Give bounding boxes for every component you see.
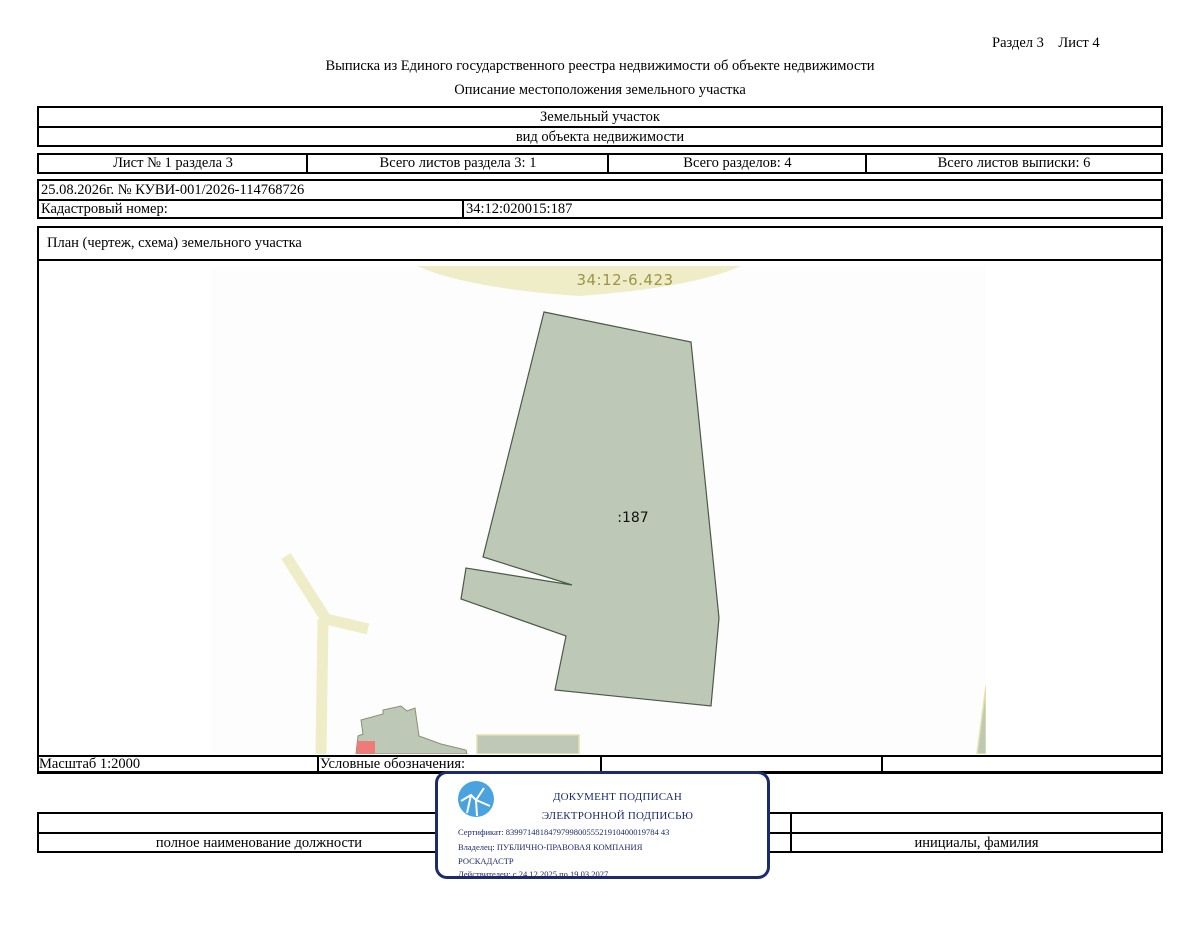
section-sheet-label: Раздел 3 Лист 4: [992, 35, 1100, 51]
parcel-map: 34:12-6.423 :187: [211, 266, 986, 754]
cadastral-label: Кадастровый номер:: [41, 201, 168, 217]
object-type-box: Земельный участок вид объекта недвижимос…: [37, 106, 1163, 147]
quarter-number-label: 34:12-6.423: [576, 271, 673, 289]
parcel-label: :187: [617, 510, 648, 526]
divider: [39, 259, 1161, 261]
legend-label: Условные обозначения:: [320, 756, 466, 772]
stamp-line2: ЭЛЕКТРОННОЙ ПОДПИСЬЮ: [541, 810, 694, 822]
record-box: 25.08.2026г. № КУВИ-001/2026-114768726 К…: [37, 179, 1163, 219]
total-sheets-section: Всего листов раздела 3: 1: [379, 155, 537, 171]
plan-box: План (чертеж, схема) земельного участка …: [37, 226, 1163, 773]
object-type: Земельный участок: [540, 109, 660, 125]
stamp-owner-org: РОСКАДАСТР: [458, 856, 514, 866]
building-marker: [357, 741, 375, 754]
total-sheets-extract: Всего листов выписки: 6: [937, 155, 1091, 171]
plan-heading: План (чертеж, схема) земельного участка: [47, 235, 302, 251]
document-subtitle: Описание местоположения земельного участ…: [454, 82, 746, 98]
cadastral-number: 34:12:020015:187: [466, 201, 573, 217]
position-caption: полное наименование должности: [155, 834, 363, 851]
total-sections: Всего разделов: 4: [683, 155, 792, 171]
divider: [317, 757, 319, 772]
divider: [600, 757, 602, 772]
stamp-validity: Действителен: с 24.12.2025 по 19.03.2027: [458, 869, 609, 879]
sheet-number: Лист № 1 раздела 3: [113, 155, 233, 171]
document-title: Выписка из Единого государственного реес…: [325, 58, 875, 74]
name-caption: инициалы, фамилия: [914, 834, 1039, 851]
sheets-row: Лист № 1 раздела 3 Всего листов раздела …: [37, 153, 1163, 174]
object-type-caption: вид объекта недвижимости: [515, 128, 685, 145]
divider: [881, 757, 883, 772]
divider: [462, 199, 464, 217]
stamp-certificate: Сертификат: 8399714818479799800555219104…: [458, 827, 670, 837]
electronic-signature-stamp: ДОКУМЕНТ ПОДПИСАН ЭЛЕКТРОННОЙ ПОДПИСЬЮ С…: [435, 771, 770, 879]
stamp-line1: ДОКУМЕНТ ПОДПИСАН: [552, 791, 683, 803]
neighbor-parcel-2: [476, 734, 580, 754]
stamp-owner: Владелец: ПУБЛИЧНО-ПРАВОВАЯ КОМПАНИЯ: [458, 842, 643, 852]
scale-label: Масштаб 1:2000: [39, 756, 141, 772]
date-number: 25.08.2026г. № КУВИ-001/2026-114768726: [41, 181, 305, 198]
